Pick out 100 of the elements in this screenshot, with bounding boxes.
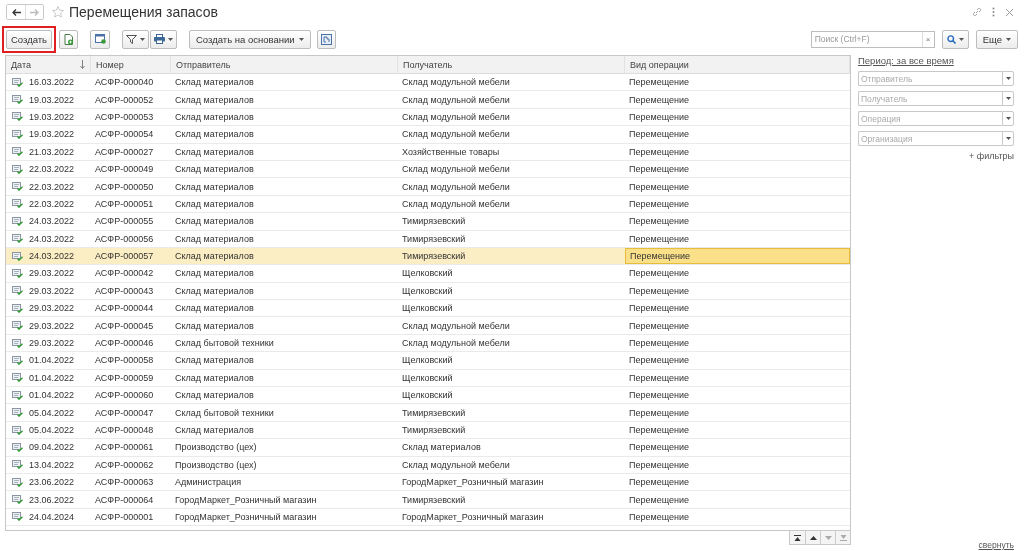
column-header[interactable]: Вид операции (625, 56, 850, 73)
more-icon[interactable] (992, 7, 995, 17)
table-cell-text: Склад модульной мебели (401, 110, 511, 124)
caret-icon (1005, 137, 1011, 140)
table-cell: 01.04.2022 (6, 352, 91, 369)
caret-icon (1005, 117, 1011, 120)
dropdown-button[interactable] (1002, 131, 1014, 146)
collapse-link[interactable]: свернуть (978, 540, 1014, 550)
table-cell-text: ГородМаркет_Розничный магазин (174, 510, 318, 524)
column-header[interactable]: Дата (6, 56, 91, 73)
table-cell: 22.03.2022 (6, 195, 91, 213)
table-cell-text: Перемещение (628, 406, 690, 420)
table-cell-text: Перемещение (628, 458, 690, 472)
table-cell-text: АСФР-000053 (94, 110, 155, 124)
column-header[interactable]: Получатель (398, 56, 625, 73)
table-cell-text: АСФР-000058 (94, 354, 155, 368)
table-cell: 29.03.2022 (6, 334, 91, 352)
period-link[interactable]: Период: за все время (858, 55, 1014, 66)
table-cell-text: Склад материалов (174, 76, 255, 90)
table-cell-text: АСФР-000047 (94, 406, 155, 420)
table-cell-text: Перемещение (628, 441, 690, 455)
table-cell: 29.03.2022 (6, 265, 91, 282)
scroll-button[interactable] (790, 531, 805, 544)
table-cell-text: АСФР-000052 (94, 93, 155, 107)
table-cell-text: Склад материалов (401, 441, 482, 455)
table-cell-text: Склад модульной мебели (401, 163, 511, 177)
table-cell-text: АСФР-000055 (94, 215, 155, 229)
table-cell-text: Перемещение (628, 232, 690, 246)
table-cell-text: АСФР-000057 (94, 250, 155, 264)
table-cell-text: Склад модульной мебели (401, 319, 511, 333)
caret-icon (1006, 37, 1011, 41)
table-cell: 19.03.2022 (6, 108, 91, 126)
table-cell-text: Перемещение (628, 302, 690, 316)
table-cell-text: Перемещение (628, 493, 690, 507)
table-cell-text: Тимирязевский (401, 232, 467, 246)
table-cell-text: АСФР-000049 (94, 163, 155, 177)
table-cell-text: Склад материалов (174, 145, 255, 159)
table-cell-text: Тимирязевский (401, 424, 467, 437)
filter-field[interactable]: Отправитель (858, 71, 1002, 86)
table-cell: 19.03.2022 (6, 91, 91, 108)
table-cell-text: ГородМаркет_Розничный магазин (401, 510, 545, 524)
filter-field[interactable]: Получатель (858, 91, 1002, 106)
table-cell-text: Перемещение (628, 76, 690, 90)
search-field[interactable]: Поиск (Ctrl+F) × (810, 30, 935, 48)
caret-icon (140, 37, 145, 41)
table-cell: 09.04.2022 (6, 439, 91, 456)
table-cell-text: Склад материалов (174, 110, 255, 124)
filter-button[interactable] (122, 29, 149, 49)
more-button[interactable]: Еще (975, 29, 1018, 49)
table-cell: 01.04.2022 (6, 387, 91, 404)
caret-icon (298, 37, 304, 41)
list-settings-button[interactable] (90, 29, 110, 49)
table-cell-text: Склад модульной мебели (401, 128, 511, 142)
table-cell: 29.03.2022 (6, 300, 91, 317)
table-cell-text: Перемещение (628, 371, 690, 385)
search-button[interactable] (941, 29, 969, 49)
add-filters-link[interactable]: + фильтры (968, 151, 1014, 161)
table-cell-text: Склад модульной мебели (401, 458, 511, 472)
structure-button[interactable] (316, 29, 336, 49)
table-cell-text: Склад материалов (174, 267, 255, 281)
dropdown-button[interactable] (1002, 111, 1014, 126)
table-cell-text: АСФР-000040 (94, 76, 155, 90)
table-cell-text: Склад материалов (174, 354, 255, 368)
window-title: Перемещения запасов (69, 4, 218, 20)
table-cell-text: Щелковский (401, 354, 454, 368)
create-based-on-button[interactable]: Создать на основании (189, 29, 311, 49)
print-button[interactable] (150, 29, 177, 49)
structure-icon (320, 33, 332, 45)
table-cell-text: Тимирязевский (401, 493, 467, 507)
close-icon[interactable] (1005, 7, 1014, 17)
link-icon[interactable] (972, 7, 982, 17)
table-cell-text: Тимирязевский (401, 406, 467, 420)
table-cell: 22.03.2022 (6, 160, 91, 178)
table-cell-text: Склад материалов (174, 284, 255, 298)
table-cell-text: Склад материалов (174, 302, 255, 316)
up-icon (809, 535, 817, 540)
caret-icon (168, 37, 173, 41)
table-cell: 24.04.2024 (6, 508, 91, 526)
table-cell-text: Склад модульной мебели (401, 180, 511, 194)
table-cell-text: Перемещение (628, 163, 690, 177)
filter-field[interactable]: Организация (858, 131, 1002, 146)
table-cell: 16.03.2022 (6, 74, 91, 91)
copy-button[interactable] (59, 29, 78, 49)
dropdown-button[interactable] (1002, 71, 1014, 86)
caret-icon (958, 37, 964, 41)
column-header[interactable]: Номер (91, 56, 171, 73)
table-cell-text: ГородМаркет_Розничный магазин (174, 493, 318, 507)
column-header[interactable]: Отправитель (171, 56, 398, 73)
table-cell-text: Перемещение (628, 389, 690, 403)
filter-field[interactable]: Операция (858, 111, 1002, 126)
table-cell-text: АСФР-000051 (94, 197, 155, 211)
document-plus-icon (63, 33, 74, 45)
table-cell-text: Склад материалов (174, 232, 255, 246)
table-cell-text: АСФР-000046 (94, 337, 155, 351)
table-cell-text: АСФР-000050 (94, 180, 155, 194)
scroll-button[interactable] (805, 531, 820, 544)
printer-icon (154, 34, 165, 44)
dropdown-button[interactable] (1002, 91, 1014, 106)
create-button[interactable]: Создать (6, 29, 52, 49)
star-icon[interactable] (52, 6, 64, 18)
